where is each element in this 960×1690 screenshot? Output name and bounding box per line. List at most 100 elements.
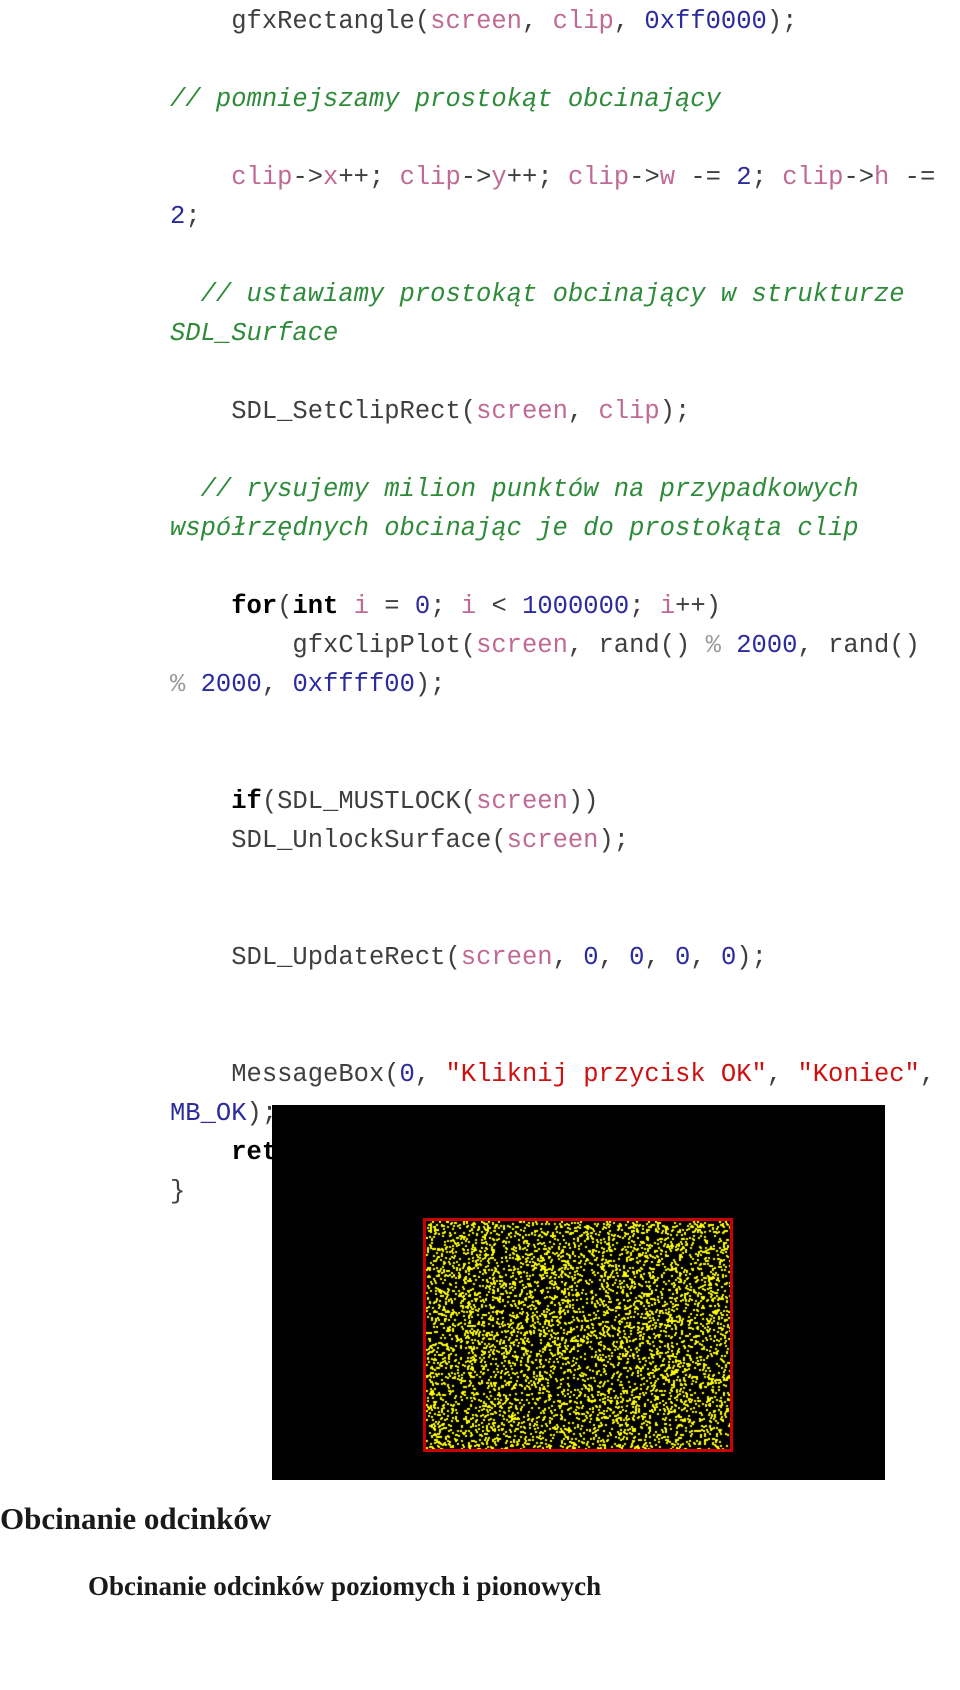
page-subheading: Obcinanie odcinków poziomych i pionowych: [88, 1571, 602, 1601]
code-token-kw: int: [292, 592, 339, 621]
code-token-plain: ,: [521, 7, 553, 36]
code-token-plain: ->: [292, 163, 324, 192]
code-token-ident: screen: [430, 7, 522, 36]
line-blank-11: [0, 977, 960, 1016]
code-token-plain: ++): [675, 592, 722, 621]
code-token-plain: ,: [613, 7, 645, 36]
code-token-num: 0: [583, 943, 599, 972]
line-blank-3: [0, 236, 960, 275]
code-token-ident: clip: [782, 163, 844, 192]
code-token-op: %: [170, 670, 186, 699]
code-token-num: 2000: [200, 670, 262, 699]
code-token-ident: x: [323, 163, 339, 192]
code-token-plain: ++;: [506, 163, 568, 192]
code-token-num: 0: [629, 943, 645, 972]
code-token-plain: ,: [414, 1060, 446, 1089]
code-token-ident: clip: [567, 163, 630, 192]
code-token-plain: ;: [629, 592, 660, 621]
page-heading: Obcinanie odcinków: [0, 1501, 272, 1536]
line-comment-rysujemy: // rysujemy milion punktów na przypadkow…: [0, 470, 960, 548]
code-token-num: 0xff0000: [644, 7, 767, 36]
code-token-plain: SDL_SetClipRect(: [170, 397, 477, 426]
code-token-num: 2000: [736, 631, 798, 660]
line-blank-1: [0, 41, 960, 80]
line-unlocksurface: SDL_UnlockSurface(screen);: [0, 821, 960, 860]
code-token-cmt: // rysujemy milion punktów na przypadkow…: [170, 475, 874, 543]
code-token-ident: clip: [170, 163, 293, 192]
code-token-ident: screen: [476, 631, 568, 660]
code-token-ident: w: [659, 163, 676, 192]
code-token-kw: if: [231, 787, 262, 816]
code-token-ident: clip: [598, 397, 660, 426]
code-token-str: "Koniec": [797, 1060, 920, 1089]
line-setcliprect: SDL_SetClipRect(screen, clip);: [0, 392, 960, 431]
code-token-str: "Kliknij przycisk OK": [445, 1060, 767, 1089]
code-token-num: 2: [736, 163, 752, 192]
code-token-plain: <: [476, 592, 523, 621]
code-token-const: MB_OK: [170, 1099, 247, 1128]
code-token-plain: ,: [766, 1060, 798, 1089]
code-token-plain: gfxClipPlot(: [170, 631, 477, 660]
line-blank-10: [0, 899, 960, 938]
code-token-plain: ->: [460, 163, 492, 192]
code-token-num: 0: [720, 943, 737, 972]
code-listing: gfxRectangle(screen, clip, 0xff0000);// …: [0, 0, 960, 1211]
code-token-ident: y: [491, 163, 507, 192]
code-token-ident: screen: [476, 787, 568, 816]
line-blank-6: [0, 548, 960, 587]
line-updaterect: SDL_UpdateRect(screen, 0, 0, 0, 0);: [0, 938, 960, 977]
code-token-plain: -=: [675, 163, 737, 192]
code-token-ident: i: [659, 592, 676, 621]
code-token-ident: h: [874, 163, 890, 192]
code-token-plain: ,: [261, 670, 293, 699]
code-token-plain: ;: [751, 163, 783, 192]
line-blank-5: [0, 431, 960, 470]
code-token-ident: screen: [506, 826, 599, 855]
code-token-num: 2: [170, 202, 186, 231]
line-blank-4: [0, 353, 960, 392]
sdl-output-screenshot: [272, 1105, 885, 1480]
code-token-plain: SDL_UpdateRect(: [170, 943, 461, 972]
code-token-plain: ++;: [338, 163, 400, 192]
line-comment-pomniejszamy: // pomniejszamy prostokąt obcinający: [0, 80, 960, 119]
code-token-plain: )): [567, 787, 599, 816]
code-token-plain: ;: [430, 592, 461, 621]
code-token-cmt: // pomniejszamy prostokąt obcinający: [170, 85, 721, 114]
clip-rectangle: [423, 1218, 733, 1452]
code-token-plain: SDL_UnlockSurface(: [170, 826, 507, 855]
line-for: for(int i = 0; i < 1000000; i++): [0, 587, 960, 626]
code-token-plain: , rand(): [567, 631, 706, 660]
line-clip-decrement: clip->x++; clip->y++; clip->w -= 2; clip…: [0, 158, 960, 236]
code-token-plain: ,: [598, 943, 630, 972]
code-token-num: 0: [675, 943, 691, 972]
code-token-ident: clip: [552, 7, 614, 36]
code-token-num: 0xffff00: [292, 670, 415, 699]
code-token-op: %: [705, 631, 721, 660]
code-token-plain: ,: [919, 1060, 951, 1089]
code-token-plain: ,: [644, 943, 676, 972]
code-token-plain: );: [598, 826, 630, 855]
line-blank-8: [0, 743, 960, 782]
code-token-ident: i: [353, 592, 369, 621]
code-token-ident: i: [460, 592, 477, 621]
code-token-kw: for: [231, 592, 278, 621]
code-token-plain: }: [170, 1177, 186, 1206]
code-token-plain: ->: [843, 163, 875, 192]
line-blank-2: [0, 119, 960, 158]
code-token-cmt: // ustawiamy prostokąt obcinający w stru…: [170, 280, 920, 348]
code-token-num: 0: [414, 592, 431, 621]
code-token-ident: clip: [399, 163, 461, 192]
code-token-plain: -=: [889, 163, 951, 192]
line-blank-7: [0, 704, 960, 743]
line-comment-ustawiamy: // ustawiamy prostokąt obcinający w stru…: [0, 275, 960, 353]
code-token-plain: );: [414, 670, 446, 699]
code-token-num: 1000000: [522, 592, 630, 621]
code-token-plain: MessageBox(: [170, 1060, 400, 1089]
random-dot-field: [426, 1221, 730, 1449]
code-token-plain: ,: [567, 397, 599, 426]
code-token-ident: screen: [476, 397, 568, 426]
